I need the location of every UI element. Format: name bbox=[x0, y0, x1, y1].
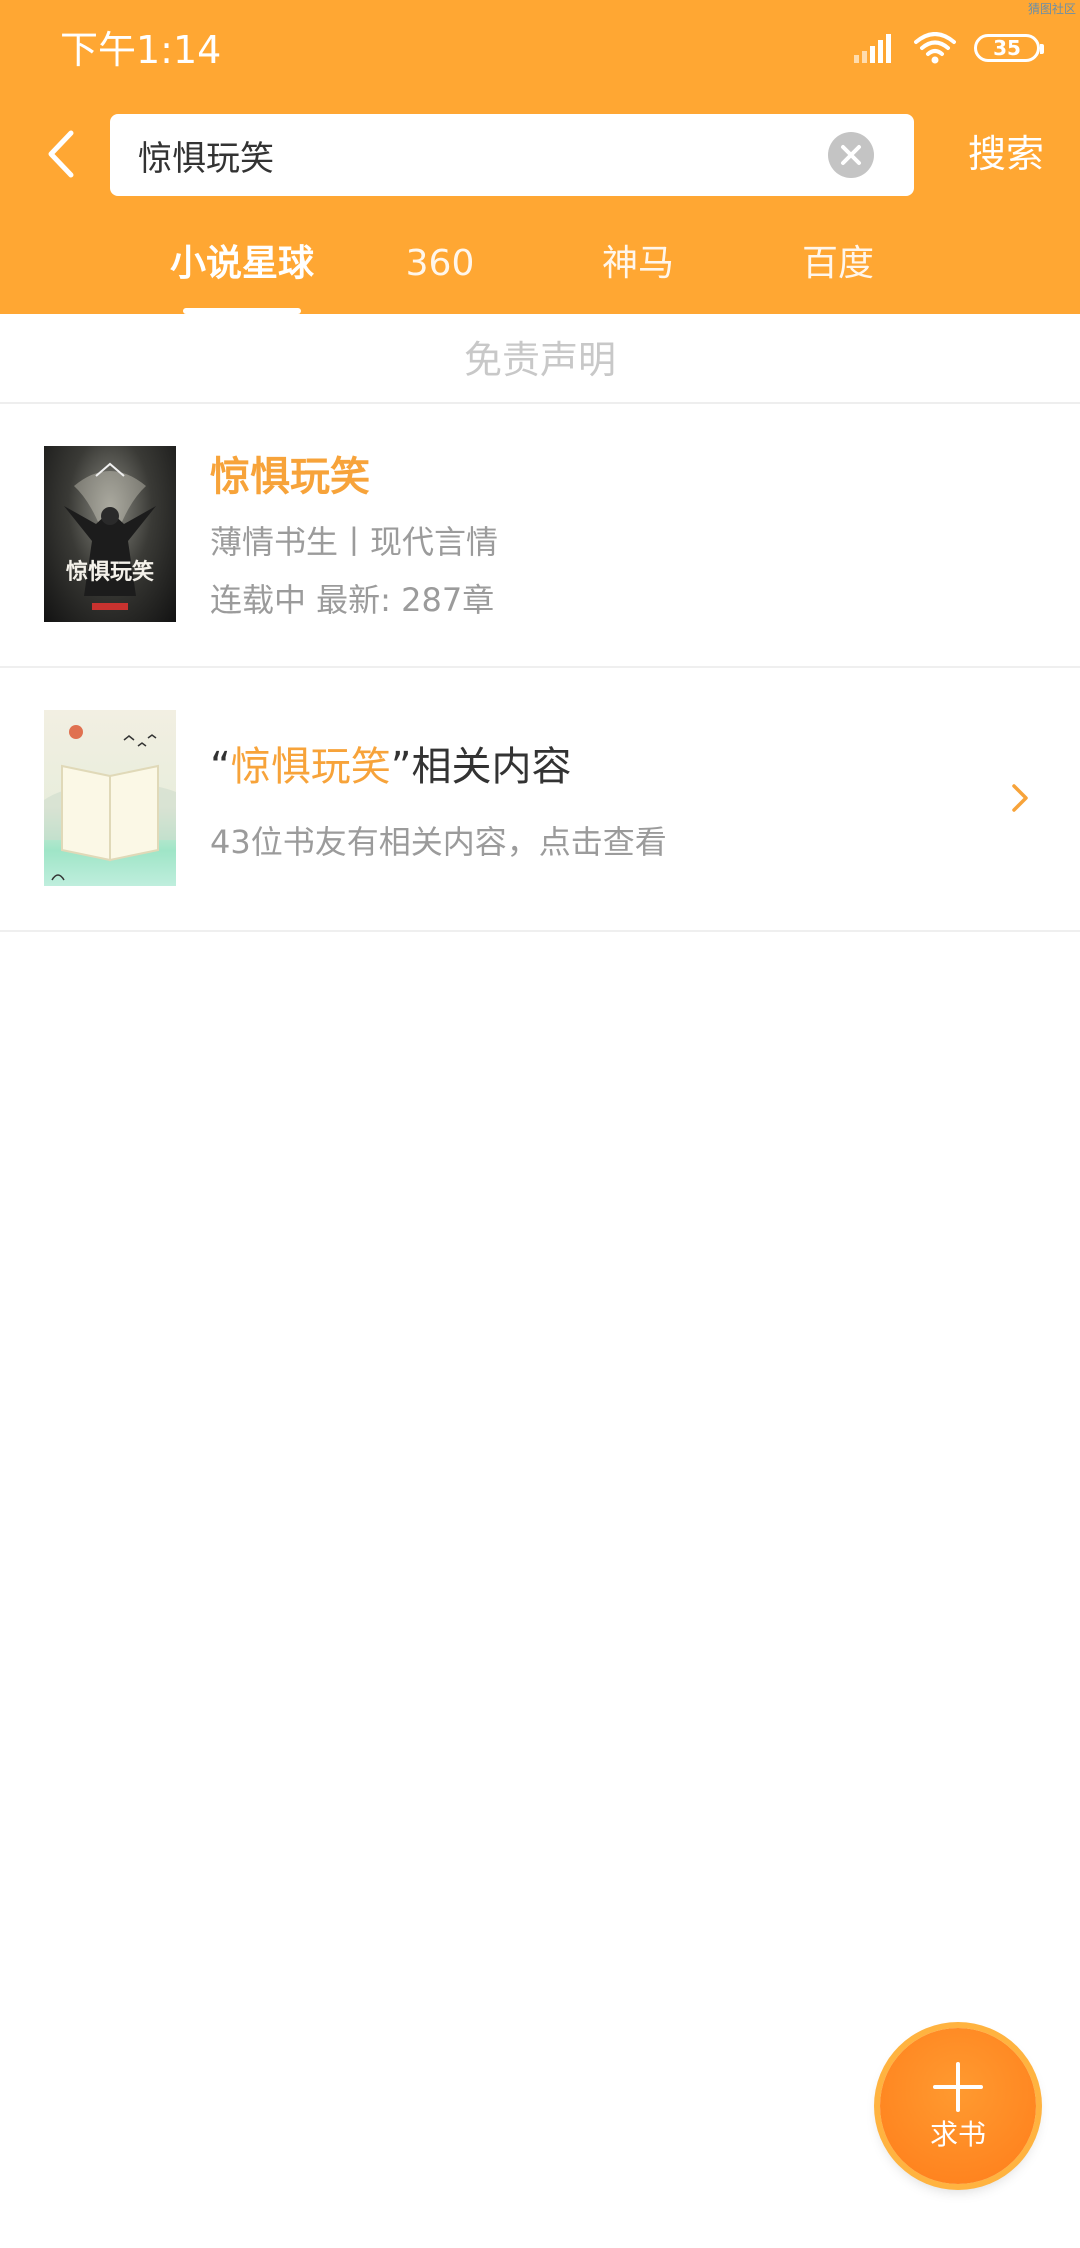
wifi-icon bbox=[914, 32, 956, 64]
status-icons: 35 bbox=[854, 28, 1044, 68]
battery-icon: 35 bbox=[974, 34, 1044, 62]
tab-360[interactable]: 360 bbox=[390, 242, 490, 314]
tab-shenma[interactable]: 神马 bbox=[586, 242, 690, 314]
back-button[interactable] bbox=[30, 124, 90, 184]
status-time: 下午1:14 bbox=[60, 28, 222, 72]
related-cover bbox=[44, 710, 176, 886]
header: 下午1:14 35 猜图社区 惊惧玩笑 搜索 小说星球 360 神马 百度 bbox=[0, 0, 1080, 314]
book-cover: 惊惧玩笑 bbox=[44, 446, 176, 622]
request-book-label: 求书 bbox=[929, 2118, 986, 2151]
related-content-item[interactable]: “惊惧玩笑”相关内容 43位书友有相关内容，点击查看 bbox=[0, 668, 1080, 932]
related-title-open-quote: “ bbox=[210, 744, 231, 790]
related-title-suffix: ”相关内容 bbox=[390, 744, 572, 790]
clear-search-button[interactable] bbox=[828, 132, 874, 178]
related-title: “惊惧玩笑”相关内容 bbox=[210, 740, 571, 794]
corner-watermark: 猜图社区 bbox=[1027, 2, 1076, 16]
status-bar: 下午1:14 35 猜图社区 bbox=[0, 0, 1080, 100]
request-book-button[interactable]: 求书 bbox=[880, 2028, 1036, 2184]
search-button[interactable]: 搜索 bbox=[968, 126, 1044, 182]
back-arrow-icon bbox=[48, 130, 74, 178]
book-meta: 薄情书生丨现代言情 bbox=[210, 523, 499, 561]
plus-icon bbox=[933, 2062, 983, 2112]
book-cover-art: 惊惧玩笑 bbox=[64, 462, 156, 610]
open-book-illustration bbox=[44, 725, 176, 881]
tab-xiaoshuo-xingqiu[interactable]: 小说星球 bbox=[168, 242, 316, 314]
search-input[interactable] bbox=[138, 114, 778, 196]
signal-icon bbox=[854, 34, 891, 63]
disclaimer-link[interactable]: 免责声明 bbox=[0, 314, 1080, 404]
battery-level: 35 bbox=[993, 36, 1021, 60]
book-title: 惊惧玩笑 bbox=[210, 454, 370, 500]
chevron-right-icon bbox=[1012, 784, 1028, 812]
search-box bbox=[110, 114, 914, 196]
book-cover-title: 惊惧玩笑 bbox=[66, 559, 154, 585]
search-bar-row: 搜索 bbox=[0, 112, 1080, 196]
clear-icon bbox=[841, 145, 861, 165]
related-description: 43位书友有相关内容，点击查看 bbox=[210, 823, 667, 861]
related-title-keyword: 惊惧玩笑 bbox=[230, 744, 391, 790]
tab-baidu[interactable]: 百度 bbox=[786, 242, 890, 314]
book-status: 连载中 最新: 287章 bbox=[210, 581, 495, 619]
book-result-item[interactable]: 惊惧玩笑 惊惧玩笑 薄情书生丨现代言情 连载中 最新: 287章 bbox=[0, 404, 1080, 668]
source-tabs: 小说星球 360 神马 百度 bbox=[0, 230, 1080, 314]
